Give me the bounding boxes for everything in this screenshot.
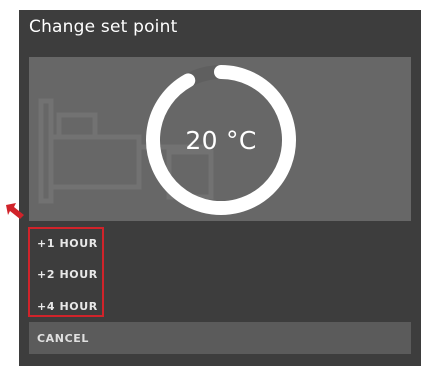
cancel-label: CANCEL [37,332,89,345]
setpoint-panel: 20 °C [29,57,411,221]
options-highlight-box [28,227,104,317]
red-arrow-icon [6,203,24,219]
setpoint-value: 20 °C [185,125,257,155]
change-setpoint-dialog: Change set point 20 °C +1 HOUR +2 HOUR +… [19,10,421,366]
dialog-title: Change set point [29,17,178,37]
cancel-button[interactable]: CANCEL [29,322,411,354]
